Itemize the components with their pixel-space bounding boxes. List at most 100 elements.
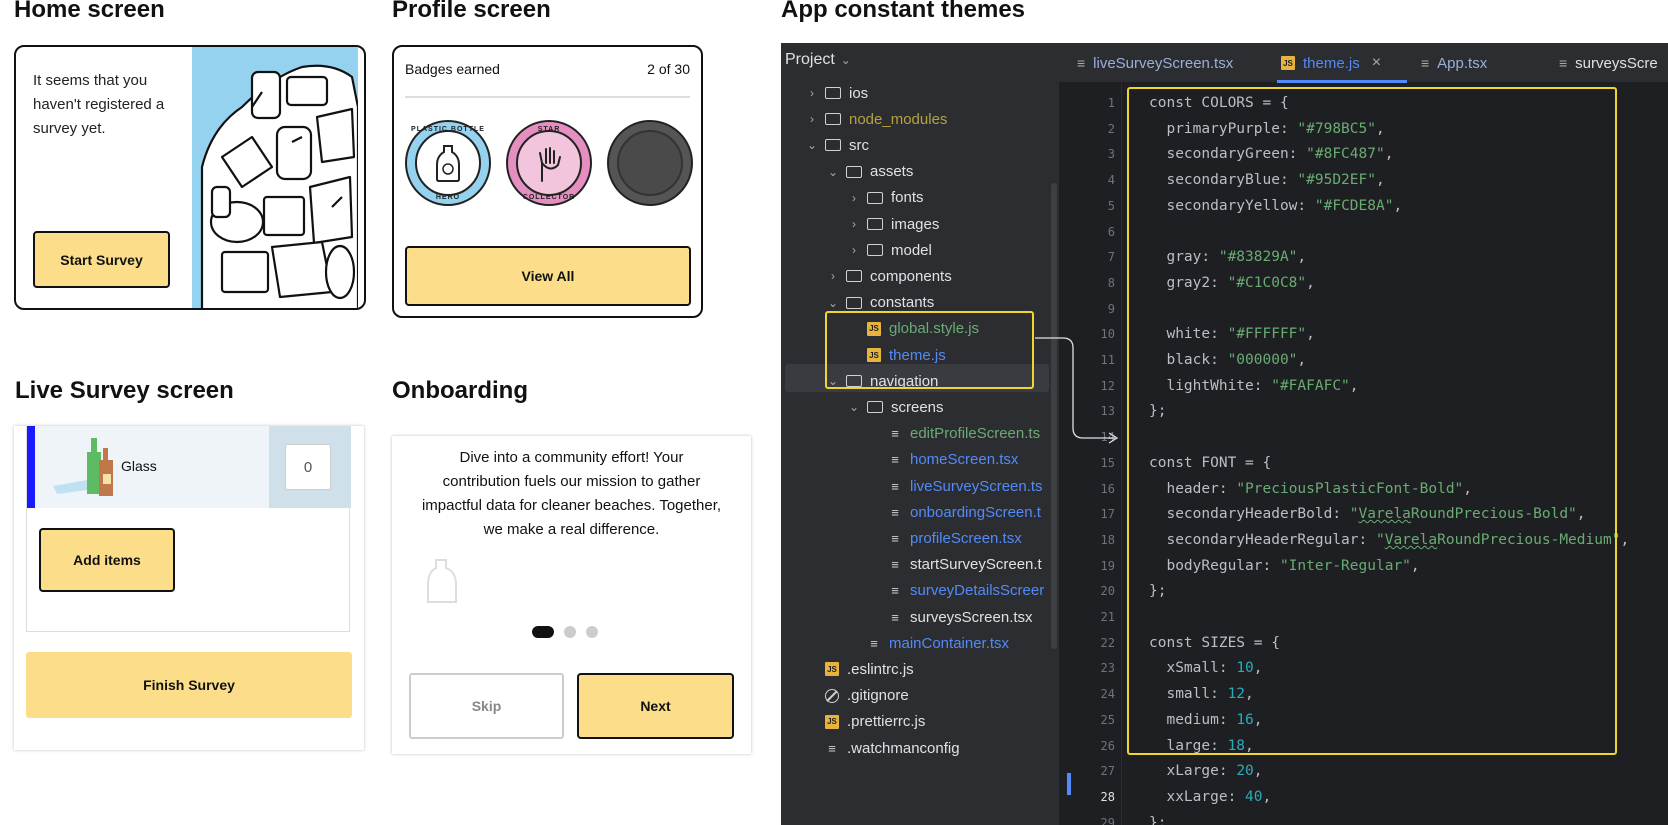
- close-icon[interactable]: ×: [1372, 54, 1381, 72]
- tree-item[interactable]: ≡ startSurveyScreen.t: [868, 551, 1042, 579]
- code-line[interactable]: secondaryHeaderRegular: "VarelaRoundPrec…: [1149, 528, 1629, 552]
- code-line[interactable]: secondaryYellow: "#FCDE8A",: [1149, 194, 1402, 218]
- chevron-right-icon[interactable]: ›: [805, 86, 819, 100]
- chevron-down-icon[interactable]: ⌄: [847, 400, 861, 414]
- tree-item[interactable]: JS .eslintrc.js: [805, 655, 914, 683]
- code-line[interactable]: gray: "#83829A",: [1149, 245, 1306, 269]
- tree-item[interactable]: JS theme.js: [847, 341, 946, 369]
- chevron-right-icon[interactable]: ›: [826, 269, 840, 283]
- file-lines-icon: ≡: [891, 426, 899, 442]
- file-lines-icon: ≡: [891, 452, 899, 468]
- tree-item[interactable]: › images: [847, 210, 939, 238]
- code-line[interactable]: };: [1149, 579, 1166, 603]
- tree-item[interactable]: ⌄ assets: [826, 158, 913, 186]
- badge-star-collector[interactable]: STAR COLLECTOR: [506, 120, 592, 206]
- gutter-separator: [1121, 83, 1122, 825]
- tree-item[interactable]: ⌄ src: [805, 131, 869, 159]
- tree-item[interactable]: ≡ surveysScreen.tsx: [868, 603, 1032, 631]
- next-button[interactable]: Next: [577, 673, 734, 739]
- view-all-button[interactable]: View All: [405, 246, 691, 306]
- code-line[interactable]: xLarge: 20,: [1149, 759, 1262, 783]
- tree-item[interactable]: ≡ editProfileScreen.ts: [868, 420, 1040, 448]
- code-line[interactable]: const COLORS = {: [1149, 91, 1289, 115]
- chevron-down-icon[interactable]: ⌄: [826, 374, 840, 388]
- code-line[interactable]: medium: 16,: [1149, 708, 1262, 732]
- code-token: xSmall:: [1149, 660, 1237, 677]
- code-line[interactable]: const SIZES = {: [1149, 631, 1280, 655]
- tree-item[interactable]: › node_modules: [805, 105, 947, 133]
- code-line[interactable]: primaryPurple: "#798BC5",: [1149, 117, 1384, 141]
- page-dot[interactable]: [564, 626, 576, 638]
- code-line[interactable]: gray2: "#C1C0C8",: [1149, 271, 1314, 295]
- folder-icon: [825, 113, 841, 126]
- code-token: ,: [1410, 557, 1420, 574]
- code-line[interactable]: const FONT = {: [1149, 451, 1271, 475]
- page-dot[interactable]: [586, 626, 598, 638]
- tree-item[interactable]: ≡ .watchmanconfig: [805, 734, 959, 762]
- chevron-down-icon[interactable]: ⌄: [826, 165, 840, 179]
- code-line[interactable]: xSmall: 10,: [1149, 656, 1262, 680]
- code-line[interactable]: };: [1149, 811, 1166, 825]
- string-token: Varela: [1358, 506, 1411, 523]
- chevron-down-icon[interactable]: ⌄: [805, 138, 819, 152]
- code-line[interactable]: black: "000000",: [1149, 348, 1306, 372]
- tree-item[interactable]: .gitignore: [805, 682, 909, 710]
- code-line[interactable]: xxLarge: 40,: [1149, 785, 1271, 809]
- chevron-down-icon[interactable]: ⌄: [826, 296, 840, 310]
- code-line[interactable]: secondaryBlue: "#95D2EF",: [1149, 168, 1384, 192]
- project-dropdown[interactable]: Project ⌄: [785, 43, 851, 77]
- chevron-right-icon[interactable]: ›: [847, 191, 861, 205]
- tree-item[interactable]: ≡ profileScreen.tsx: [868, 524, 1022, 552]
- tree-item[interactable]: ⌄ navigation: [826, 367, 938, 395]
- tree-item[interactable]: ⌄ screens: [847, 393, 944, 421]
- tree-item-label: global.style.js: [889, 320, 980, 338]
- finish-survey-button[interactable]: Finish Survey: [26, 652, 352, 718]
- code-line[interactable]: small: 12,: [1149, 682, 1254, 706]
- code-line[interactable]: secondaryHeaderBold: "VarelaRoundPreciou…: [1149, 502, 1585, 526]
- code-line[interactable]: white: "#FFFFFF",: [1149, 322, 1314, 346]
- tree-item[interactable]: › components: [826, 262, 952, 290]
- code-line[interactable]: bodyRegular: "Inter-Regular",: [1149, 554, 1420, 578]
- tree-item[interactable]: › ios: [805, 79, 868, 107]
- tree-item[interactable]: ≡ surveyDetailsScreer: [868, 577, 1044, 605]
- tree-item[interactable]: ⌄ constants: [826, 289, 934, 317]
- line-number: 28: [1100, 789, 1115, 804]
- chevron-right-icon[interactable]: ›: [847, 243, 861, 257]
- code-token: ,: [1245, 737, 1254, 754]
- tree-item-label: components: [870, 267, 952, 285]
- string-token: "#83829A": [1218, 249, 1298, 266]
- code-line[interactable]: header: "PreciousPlasticFont-Bold",: [1149, 477, 1472, 501]
- chevron-right-icon[interactable]: ›: [805, 112, 819, 126]
- tree-item[interactable]: ≡ liveSurveyScreen.ts: [868, 472, 1042, 500]
- tab-theme-js[interactable]: JS theme.js ×: [1281, 43, 1381, 83]
- file-lines-icon: ≡: [891, 530, 899, 546]
- badge-locked[interactable]: [607, 120, 693, 206]
- tree-item[interactable]: ≡ onboardingScreen.t: [868, 498, 1041, 526]
- code-token: ,: [1262, 788, 1272, 805]
- tab-app-tsx[interactable]: ≡ App.tsx: [1421, 43, 1487, 83]
- add-items-button[interactable]: Add items: [39, 528, 175, 592]
- tree-item[interactable]: › fonts: [847, 184, 924, 212]
- tree-item[interactable]: ≡ homeScreen.tsx: [868, 446, 1018, 474]
- code-line[interactable]: secondaryGreen: "#8FC487",: [1149, 142, 1393, 166]
- tree-item[interactable]: JS global.style.js: [847, 315, 979, 343]
- tab-surveys-screen[interactable]: ≡ surveysScre: [1559, 43, 1658, 83]
- tree-item[interactable]: ≡ mainContainer.tsx: [847, 629, 1009, 657]
- tree-item-label: .gitignore: [847, 687, 909, 705]
- item-count-input[interactable]: 0: [285, 444, 331, 490]
- code-editor: ≡ liveSurveyScreen.tsx JS theme.js × ≡ A…: [1059, 43, 1668, 825]
- start-survey-button[interactable]: Start Survey: [33, 231, 170, 288]
- tree-item[interactable]: JS .prettierrc.js: [805, 708, 925, 736]
- file-lines-icon: ≡: [891, 609, 899, 625]
- code-line[interactable]: };: [1149, 399, 1166, 423]
- code-token: ,: [1245, 686, 1254, 703]
- page-dot-active[interactable]: [532, 626, 554, 638]
- code-line[interactable]: large: 18,: [1149, 734, 1254, 758]
- badge-plastic-bottle-hero[interactable]: PLASTIC BOTTLE HERO: [405, 120, 491, 206]
- tab-live-survey-screen[interactable]: ≡ liveSurveyScreen.tsx: [1077, 43, 1233, 83]
- code-line[interactable]: lightWhite: "#FAFAFC",: [1149, 374, 1358, 398]
- chevron-right-icon[interactable]: ›: [847, 217, 861, 231]
- tree-item[interactable]: › model: [847, 236, 932, 264]
- folder-icon: [825, 139, 841, 152]
- skip-button[interactable]: Skip: [409, 673, 564, 739]
